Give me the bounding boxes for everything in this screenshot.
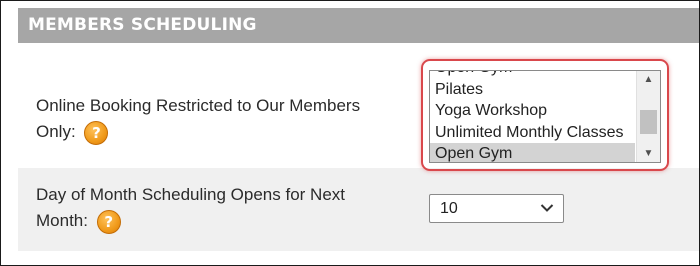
help-icon[interactable]: ? [96,209,121,234]
scheduling-day-value: 10 [440,200,458,217]
scheduling-day-select[interactable]: 10 [429,194,564,223]
scheduling-opens-label-line2: Month: [36,211,88,230]
members-only-class-listbox[interactable]: Open Gym Pilates Yoga Workshop Unlimited… [429,70,661,163]
chevron-down-icon [540,204,554,212]
scroll-up-arrow-icon[interactable]: ▲ [637,71,660,88]
help-icon[interactable]: ? [84,120,109,145]
scrollbar-thumb[interactable] [640,110,657,134]
online-booking-label-line2: Only: [36,122,76,141]
section-title: MEMBERS SCHEDULING [28,15,257,35]
list-option[interactable]: Yoga Workshop [430,100,635,122]
list-option[interactable]: Unlimited Monthly Classes [430,122,635,144]
settings-panel: MEMBERS SCHEDULING Online Booking Restri… [0,0,700,266]
scheduling-opens-row: Day of Month Scheduling Opens for Next M… [18,168,699,251]
section-header: MEMBERS SCHEDULING [18,8,699,43]
listbox-options: Open Gym Pilates Yoga Workshop Unlimited… [430,71,635,162]
listbox-scrollbar[interactable]: ▲ ▼ [636,71,660,162]
scheduling-opens-label-line1: Day of Month Scheduling Opens for Next [36,185,345,204]
list-option[interactable]: Open Gym [430,71,635,79]
scroll-down-arrow-icon[interactable]: ▼ [637,145,660,162]
list-option[interactable]: Pilates [430,79,635,101]
online-booking-label: Online Booking Restricted to Our Members… [36,93,360,145]
online-booking-label-line1: Online Booking Restricted to Our Members [36,96,361,115]
list-option-selected[interactable]: Open Gym [430,143,635,162]
scheduling-opens-label: Day of Month Scheduling Opens for Next M… [36,182,345,234]
